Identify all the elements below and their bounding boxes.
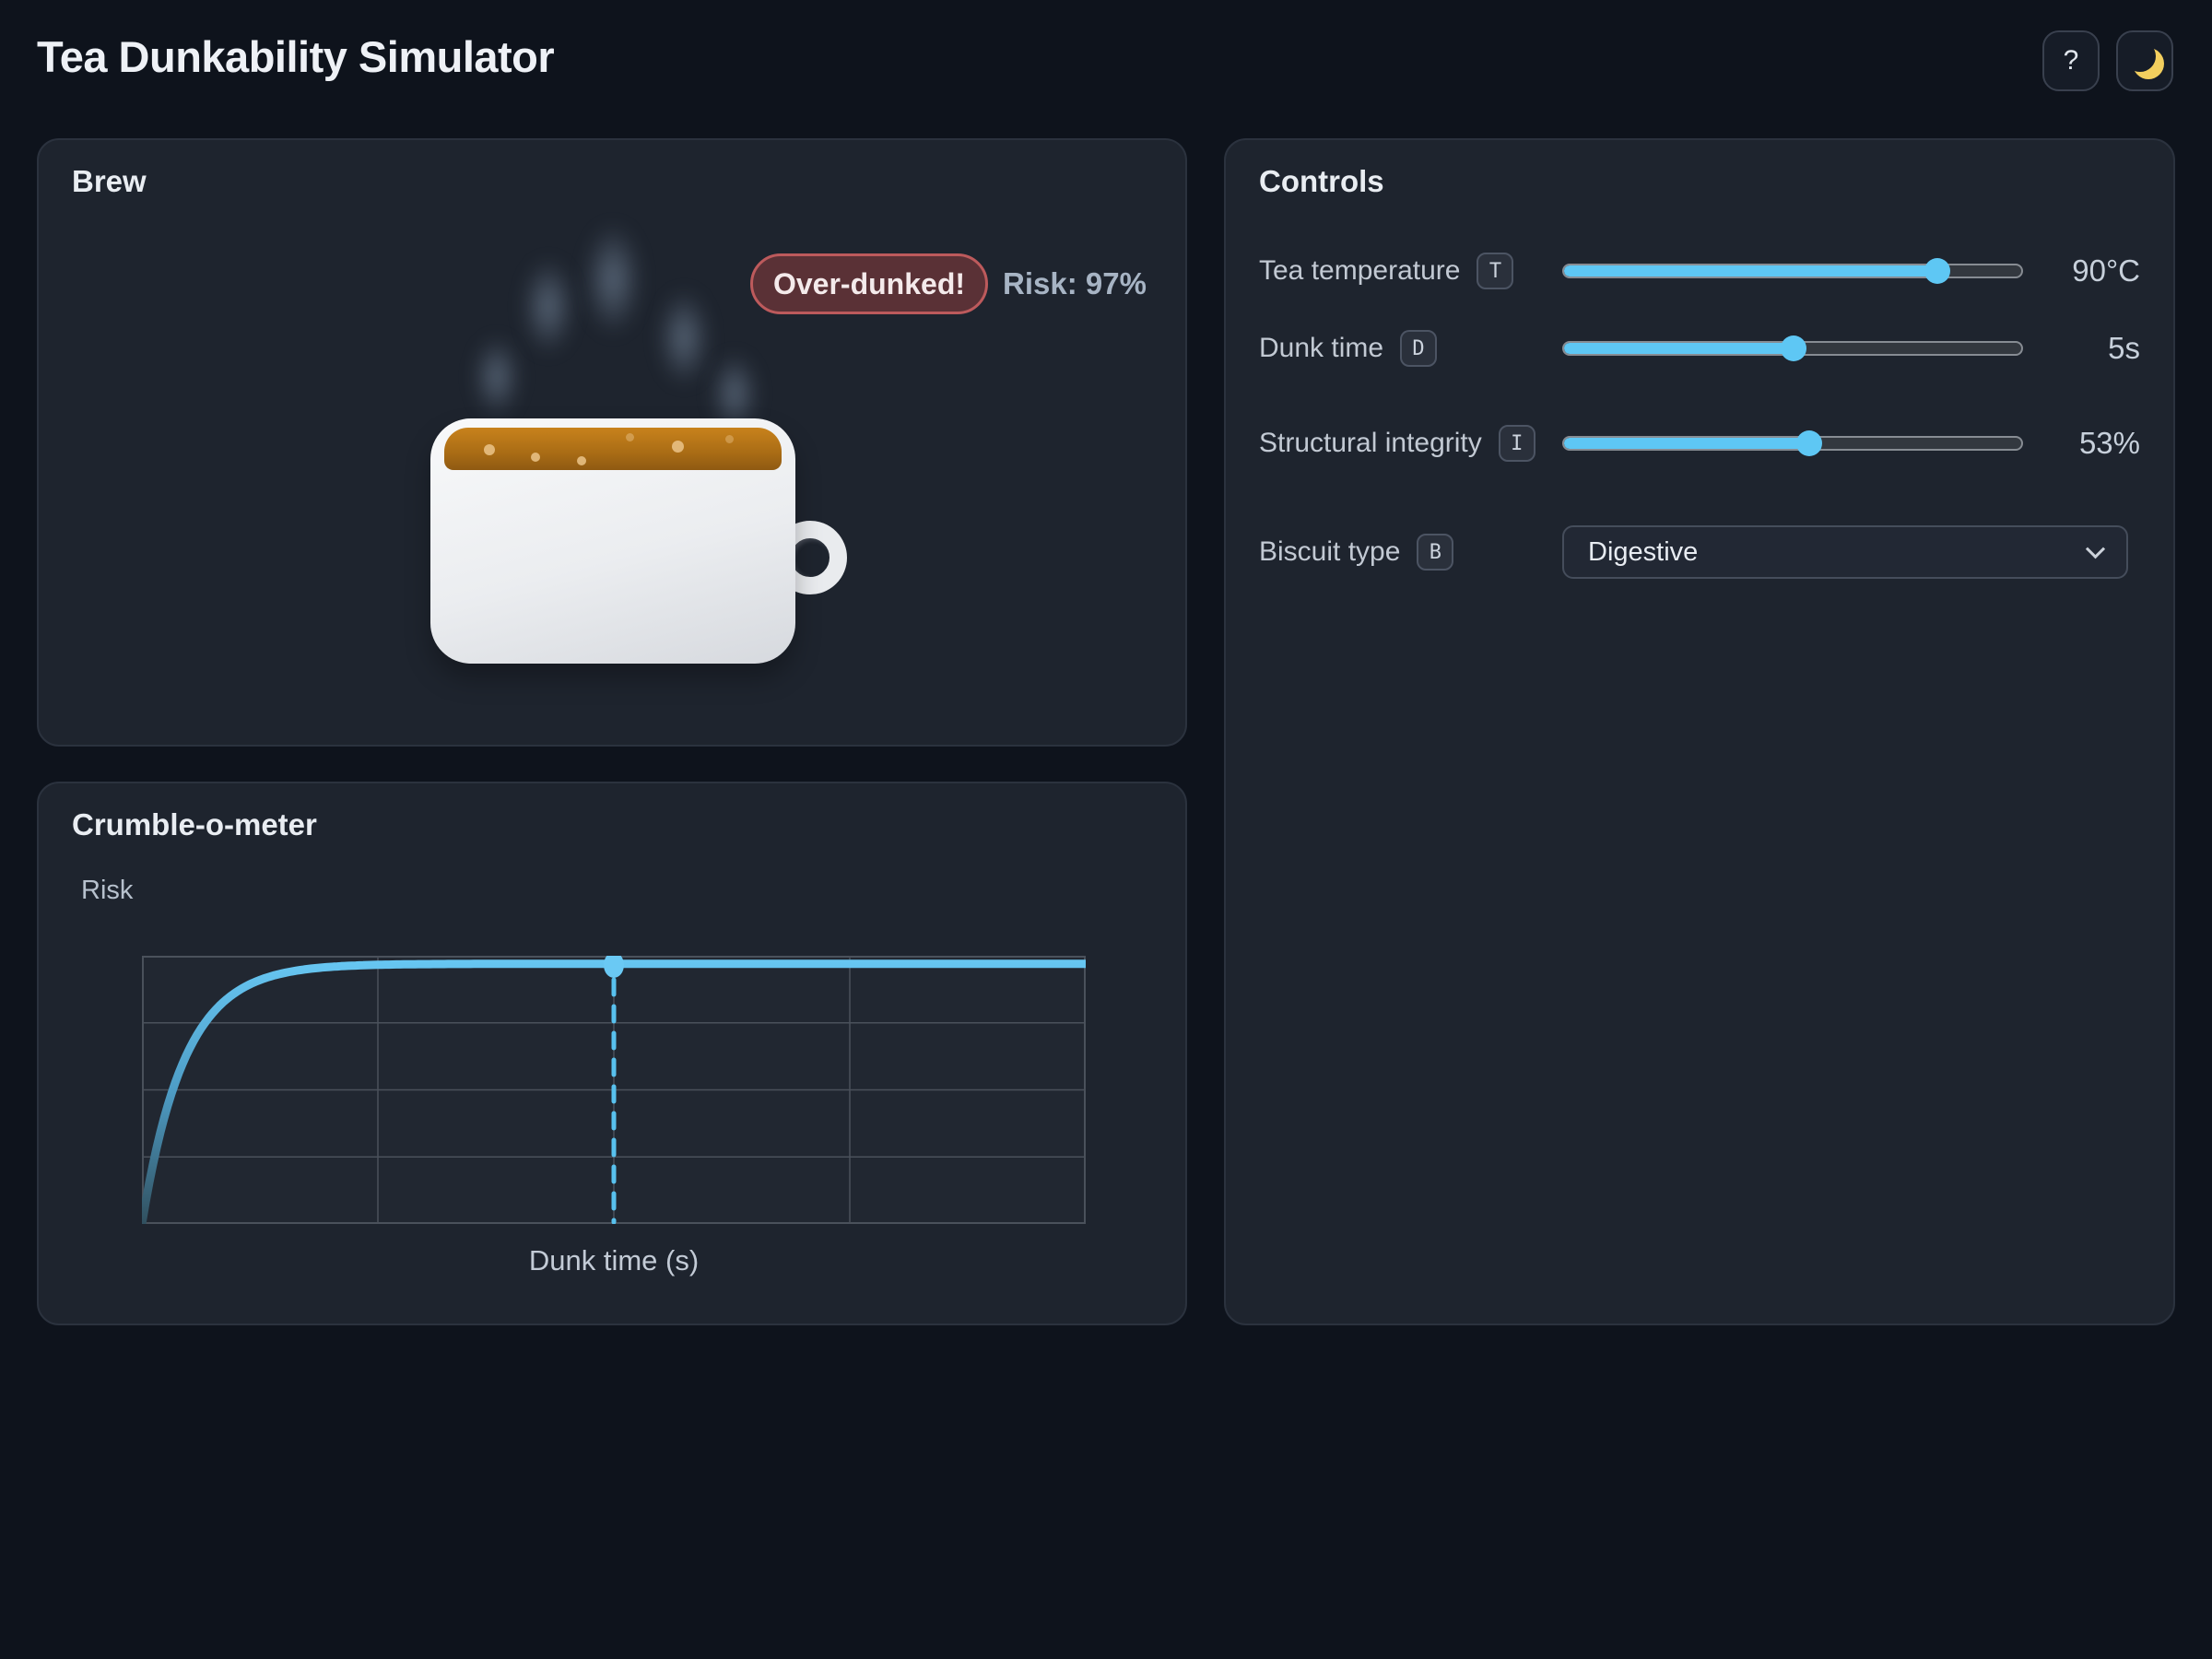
tea-crumb [672, 441, 684, 453]
tea-crumb [626, 433, 634, 441]
dunk-time-label: Dunk time [1259, 333, 1384, 363]
biscuit-type-row: Biscuit type B Digestive [1259, 513, 2140, 591]
steam-wisp [658, 289, 710, 386]
tea-crumb [484, 444, 495, 455]
tea-crumb [577, 456, 586, 465]
risk-readout: Risk: 97% [1003, 266, 1147, 300]
shortcut-key-badge: B [1417, 534, 1454, 571]
shortcut-key-badge: T [1477, 253, 1514, 289]
slider-thumb[interactable] [1924, 258, 1950, 284]
app-root: Tea Dunkability Simulator ? Brew Over-du… [0, 0, 2212, 1659]
biscuit-type-select[interactable]: Digestive [1562, 525, 2128, 579]
slider-thumb[interactable] [1796, 430, 1822, 456]
steam-wisp [584, 223, 641, 335]
tea-temperature-row: Tea temperature T 90°C [1259, 236, 2140, 306]
brew-card: Brew Over-dunked! Risk: 97% [37, 138, 1187, 747]
biscuit-type-label-group: Biscuit type B [1259, 534, 1562, 571]
tea-crumb [725, 435, 734, 443]
steam-wisp [523, 258, 574, 355]
mug-illustration [430, 418, 795, 664]
help-button[interactable]: ? [2042, 30, 2100, 91]
dunk-time-slider[interactable] [1562, 313, 2023, 383]
controls-heading: Controls [1259, 164, 1384, 198]
slider-track[interactable] [1562, 264, 2023, 278]
steam-wisp [474, 336, 520, 418]
slider-track[interactable] [1562, 436, 2023, 451]
theme-toggle-button[interactable] [2116, 30, 2173, 91]
biscuit-type-select-wrap: Digestive [1562, 525, 2128, 579]
crumble-o-meter-card: Crumble-o-meter Risk Dunk time (s) [37, 782, 1187, 1325]
slider-fill [1564, 438, 1809, 449]
shortcut-key-badge: D [1400, 330, 1438, 367]
risk-axis-label: Risk [81, 876, 134, 905]
crumble-heading: Crumble-o-meter [72, 807, 317, 841]
dunk-time-axis-label: Dunk time (s) [528, 1244, 700, 1277]
tea-temperature-label: Tea temperature [1259, 255, 1461, 286]
brew-heading: Brew [72, 164, 147, 198]
dunk-time-row: Dunk time D 5s [1259, 313, 2140, 383]
structural-integrity-label: Structural integrity [1259, 428, 1482, 458]
dunk-time-value: 5s [2108, 331, 2140, 365]
tea-temperature-label-group: Tea temperature T [1259, 253, 1562, 289]
slider-thumb[interactable] [1781, 335, 1806, 361]
slider-fill [1564, 343, 1794, 354]
moon-icon [2124, 41, 2156, 72]
slider-fill [1564, 265, 1936, 276]
structural-integrity-slider[interactable] [1562, 408, 2023, 478]
structural-integrity-value: 53% [2078, 426, 2140, 460]
structural-integrity-label-group: Structural integrity I [1259, 425, 1562, 462]
tea-temperature-slider[interactable] [1562, 236, 2023, 306]
tea-surface [444, 428, 782, 470]
controls-card: Controls Tea temperature T 90°C Dunk tim… [1224, 138, 2175, 1325]
question-mark-icon: ? [2063, 45, 2079, 76]
structural-integrity-row: Structural integrity I 53% [1259, 403, 2140, 484]
page-title: Tea Dunkability Simulator [37, 32, 555, 81]
tea-crumb [531, 453, 540, 462]
biscuit-type-label: Biscuit type [1259, 536, 1401, 567]
shortcut-key-badge: I [1498, 425, 1535, 462]
tea-temperature-value: 90°C [2072, 253, 2140, 288]
dunk-time-label-group: Dunk time D [1259, 330, 1562, 367]
status-badge: Over-dunked! [750, 253, 988, 314]
risk-curve-chart [142, 956, 1086, 1224]
